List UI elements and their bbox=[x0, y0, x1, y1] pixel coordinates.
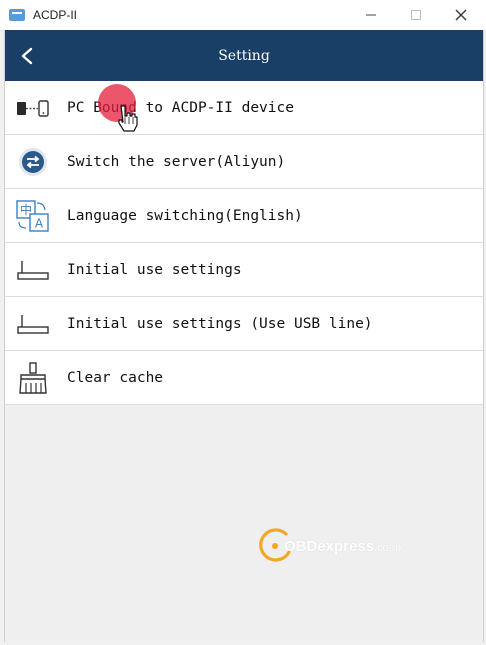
settings-item-language[interactable]: 中 A Language switching(English) bbox=[5, 189, 483, 243]
settings-item-initial-settings[interactable]: Initial use settings bbox=[5, 243, 483, 297]
window-title-bar: ACDP-II bbox=[0, 0, 486, 31]
close-button[interactable] bbox=[438, 0, 484, 30]
router-usb-icon bbox=[15, 306, 51, 342]
watermark: OBDexpress.co.uk bbox=[256, 526, 403, 566]
minimize-icon bbox=[366, 14, 376, 16]
settings-list: PC Bound to ACDP-II device Switch the se… bbox=[5, 81, 483, 405]
page-title: Setting bbox=[218, 47, 270, 64]
language-icon: 中 A bbox=[15, 198, 51, 234]
app-title: ACDP-II bbox=[33, 8, 78, 22]
settings-item-label: Clear cache bbox=[67, 369, 164, 386]
settings-item-label: Initial use settings (Use USB line) bbox=[67, 315, 373, 332]
settings-item-initial-settings-usb[interactable]: Initial use settings (Use USB line) bbox=[5, 297, 483, 351]
minimize-button[interactable] bbox=[348, 0, 394, 30]
router-icon bbox=[15, 252, 51, 288]
settings-item-pc-bound[interactable]: PC Bound to ACDP-II device bbox=[5, 81, 483, 135]
settings-item-clear-cache[interactable]: Clear cache bbox=[5, 351, 483, 405]
device-bind-icon bbox=[15, 90, 51, 126]
watermark-text: OBDexpress.co.uk bbox=[284, 537, 404, 555]
hand-cursor-icon bbox=[118, 105, 138, 132]
header-bar: Setting bbox=[5, 30, 483, 81]
settings-item-switch-server[interactable]: Switch the server(Aliyun) bbox=[5, 135, 483, 189]
maximize-icon bbox=[411, 10, 421, 20]
app-frame: Setting PC Bound to ACDP-II device Switc… bbox=[4, 30, 484, 642]
settings-item-label: Language switching(English) bbox=[67, 207, 303, 224]
settings-item-label: Switch the server(Aliyun) bbox=[67, 153, 286, 170]
broom-icon bbox=[15, 360, 51, 396]
svg-text:A: A bbox=[35, 216, 44, 230]
close-icon bbox=[455, 9, 467, 21]
app-icon bbox=[9, 9, 25, 21]
settings-item-label: Initial use settings bbox=[67, 261, 242, 278]
server-switch-icon bbox=[15, 144, 51, 180]
maximize-button[interactable] bbox=[393, 0, 439, 30]
